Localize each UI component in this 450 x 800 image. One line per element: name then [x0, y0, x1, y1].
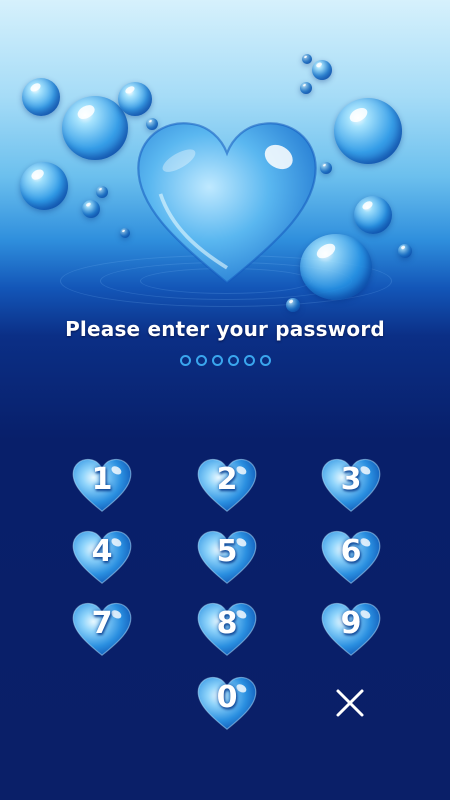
pin-dot [211, 355, 223, 366]
key-9[interactable]: 9 [321, 602, 381, 658]
key-label: 6 [340, 534, 362, 569]
water-bubble [398, 244, 412, 258]
pin-dot [195, 355, 207, 366]
pin-dot [243, 355, 255, 366]
key-6[interactable]: 6 [321, 530, 381, 586]
key-2[interactable]: 2 [197, 458, 257, 514]
pin-dot [227, 355, 239, 366]
key-label: 8 [216, 606, 238, 641]
water-bubble [312, 60, 332, 80]
key-8[interactable]: 8 [197, 602, 257, 658]
water-bubble [62, 96, 128, 160]
password-prompt: Please enter your password [65, 317, 385, 341]
water-heart-illustration [137, 122, 317, 285]
pin-dot [179, 355, 191, 366]
water-bubble [20, 162, 68, 210]
water-bubble [354, 196, 392, 234]
key-label: 0 [216, 680, 238, 715]
key-7[interactable]: 7 [72, 602, 132, 658]
background-water-scene [0, 0, 450, 320]
water-bubble [302, 54, 312, 64]
water-bubble [118, 82, 152, 116]
water-bubble [286, 298, 300, 312]
delete-button[interactable] [328, 683, 372, 723]
key-0[interactable]: 0 [197, 676, 257, 732]
water-bubble [320, 162, 332, 174]
key-3[interactable]: 3 [321, 458, 381, 514]
key-label: 4 [91, 534, 113, 569]
key-4[interactable]: 4 [72, 530, 132, 586]
water-bubble [22, 78, 60, 116]
key-label: 5 [216, 534, 238, 569]
water-bubble [300, 82, 312, 94]
key-1[interactable]: 1 [72, 458, 132, 514]
pin-dot [259, 355, 271, 366]
key-label: 9 [340, 606, 362, 641]
pin-indicator [0, 355, 450, 366]
water-bubble [334, 98, 402, 164]
key-label: 3 [340, 462, 362, 497]
water-bubble [120, 228, 130, 238]
key-label: 2 [216, 462, 238, 497]
water-bubble [96, 186, 108, 198]
close-icon [336, 689, 364, 717]
key-label: 1 [91, 462, 113, 497]
water-bubble [82, 200, 100, 218]
key-label: 7 [91, 606, 113, 641]
key-5[interactable]: 5 [197, 530, 257, 586]
